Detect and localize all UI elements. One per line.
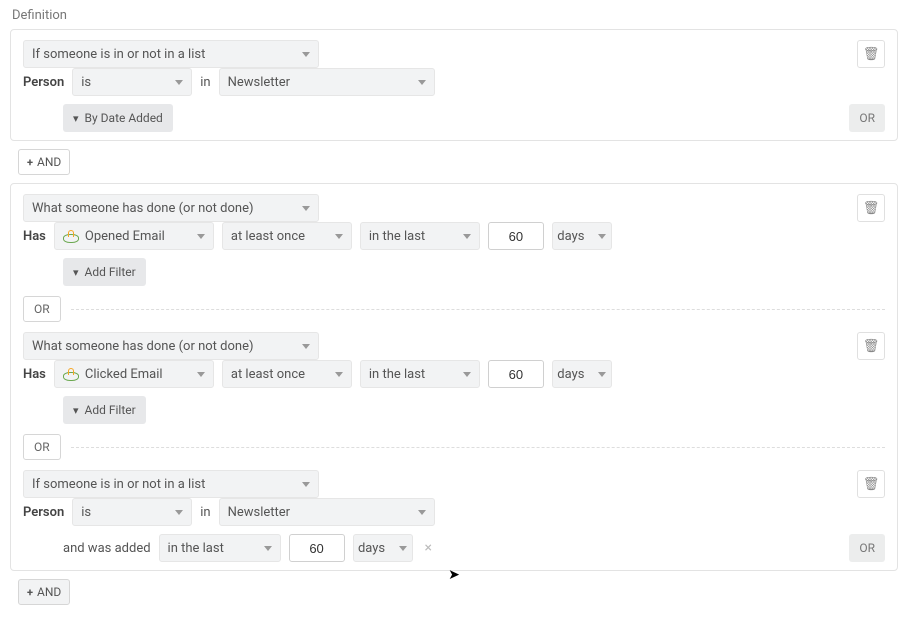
- added-unit-select[interactable]: days: [353, 534, 413, 562]
- frequency-select[interactable]: at least once: [222, 222, 352, 250]
- filter-icon: ▾: [73, 266, 79, 279]
- has-label: Has: [23, 367, 46, 382]
- condition-group-1: If someone is in or not in a list 🗑 Pers…: [10, 29, 898, 141]
- in-label: in: [200, 505, 210, 520]
- added-timeframe-label: in the last: [168, 541, 224, 556]
- caret-down-icon: [463, 372, 471, 377]
- caret-down-icon: [335, 372, 343, 377]
- add-filter-label: Add Filter: [85, 265, 136, 279]
- caret-down-icon: [264, 546, 272, 551]
- trash-icon: 🗑: [863, 47, 880, 62]
- person-op-label: is: [81, 505, 91, 520]
- timeframe-label: in the last: [369, 229, 425, 244]
- count-input[interactable]: [488, 222, 544, 250]
- timeframe-select[interactable]: in the last: [360, 360, 480, 388]
- delete-condition-button[interactable]: 🗑: [857, 470, 885, 498]
- person-label: Person: [23, 75, 64, 90]
- condition-type-label: What someone has done (or not done): [32, 201, 254, 216]
- list-name-label: Newsletter: [228, 505, 291, 520]
- frequency-select[interactable]: at least once: [222, 360, 352, 388]
- opened-email-icon: [63, 230, 79, 242]
- by-date-added-button[interactable]: ▾ By Date Added: [63, 104, 173, 132]
- delete-condition-button[interactable]: 🗑: [857, 194, 885, 222]
- filter-icon: ▾: [73, 112, 79, 125]
- and-label: AND: [37, 585, 61, 599]
- divider: [71, 447, 885, 448]
- condition-group-2: What someone has done (or not done) 🗑 Ha…: [10, 183, 898, 571]
- unit-select[interactable]: days: [552, 360, 612, 388]
- event-label: Opened Email: [85, 229, 165, 244]
- or-connector[interactable]: OR: [23, 296, 61, 322]
- trash-icon: 🗑: [863, 201, 880, 216]
- has-label: Has: [23, 229, 46, 244]
- frequency-label: at least once: [231, 367, 305, 382]
- frequency-label: at least once: [231, 229, 305, 244]
- added-count-input[interactable]: [289, 534, 345, 562]
- unit-label: days: [358, 541, 385, 556]
- added-timeframe-select[interactable]: in the last: [159, 534, 281, 562]
- or-button[interactable]: OR: [849, 104, 885, 132]
- caret-down-icon: [598, 234, 606, 239]
- add-and-button[interactable]: + AND: [18, 579, 70, 605]
- condition-type-label: If someone is in or not in a list: [32, 477, 205, 492]
- condition-type-select[interactable]: If someone is in or not in a list: [23, 470, 319, 498]
- caret-down-icon: [197, 372, 205, 377]
- unit-label: days: [557, 367, 584, 382]
- event-select[interactable]: Opened Email: [54, 222, 214, 250]
- list-name-label: Newsletter: [228, 75, 291, 90]
- divider: [71, 309, 885, 310]
- delete-condition-button[interactable]: 🗑: [857, 332, 885, 360]
- plus-icon: +: [27, 586, 33, 599]
- caret-down-icon: [463, 234, 471, 239]
- trash-icon: 🗑: [863, 477, 880, 492]
- caret-down-icon: [302, 52, 310, 57]
- and-label: AND: [37, 155, 61, 169]
- timeframe-label: in the last: [369, 367, 425, 382]
- caret-down-icon: [335, 234, 343, 239]
- caret-down-icon: [175, 510, 183, 515]
- caret-down-icon: [302, 482, 310, 487]
- condition-type-select[interactable]: If someone is in or not in a list: [23, 40, 319, 68]
- caret-down-icon: [302, 344, 310, 349]
- condition-type-select[interactable]: What someone has done (or not done): [23, 194, 319, 222]
- event-select[interactable]: Clicked Email: [54, 360, 214, 388]
- caret-down-icon: [418, 510, 426, 515]
- section-title: Definition: [10, 8, 898, 23]
- caret-down-icon: [598, 372, 606, 377]
- clicked-email-icon: [63, 368, 79, 380]
- in-label: in: [200, 75, 210, 90]
- caret-down-icon: [197, 234, 205, 239]
- person-op-label: is: [81, 75, 91, 90]
- list-select[interactable]: Newsletter: [219, 68, 435, 96]
- plus-icon: +: [27, 156, 33, 169]
- add-filter-button[interactable]: ▾ Add Filter: [63, 396, 146, 424]
- unit-label: days: [557, 229, 584, 244]
- add-and-button[interactable]: + AND: [18, 149, 70, 175]
- condition-type-select[interactable]: What someone has done (or not done): [23, 332, 319, 360]
- caret-down-icon: [399, 546, 407, 551]
- add-filter-label: Add Filter: [85, 403, 136, 417]
- or-connector[interactable]: OR: [23, 434, 61, 460]
- count-input[interactable]: [488, 360, 544, 388]
- condition-type-label: If someone is in or not in a list: [32, 47, 205, 62]
- by-date-added-label: By Date Added: [85, 111, 163, 125]
- and-was-added-label: and was added: [63, 541, 151, 556]
- caret-down-icon: [302, 206, 310, 211]
- person-op-select[interactable]: is: [72, 68, 192, 96]
- timeframe-select[interactable]: in the last: [360, 222, 480, 250]
- filter-icon: ▾: [73, 404, 79, 417]
- trash-icon: 🗑: [863, 339, 880, 354]
- event-label: Clicked Email: [85, 367, 163, 382]
- remove-date-filter-button[interactable]: ×: [421, 540, 436, 556]
- delete-condition-button[interactable]: 🗑: [857, 40, 885, 68]
- list-select[interactable]: Newsletter: [219, 498, 435, 526]
- person-op-select[interactable]: is: [72, 498, 192, 526]
- condition-type-label: What someone has done (or not done): [32, 339, 254, 354]
- unit-select[interactable]: days: [552, 222, 612, 250]
- caret-down-icon: [175, 80, 183, 85]
- person-label: Person: [23, 505, 64, 520]
- caret-down-icon: [418, 80, 426, 85]
- add-filter-button[interactable]: ▾ Add Filter: [63, 258, 146, 286]
- or-button[interactable]: OR: [849, 534, 885, 562]
